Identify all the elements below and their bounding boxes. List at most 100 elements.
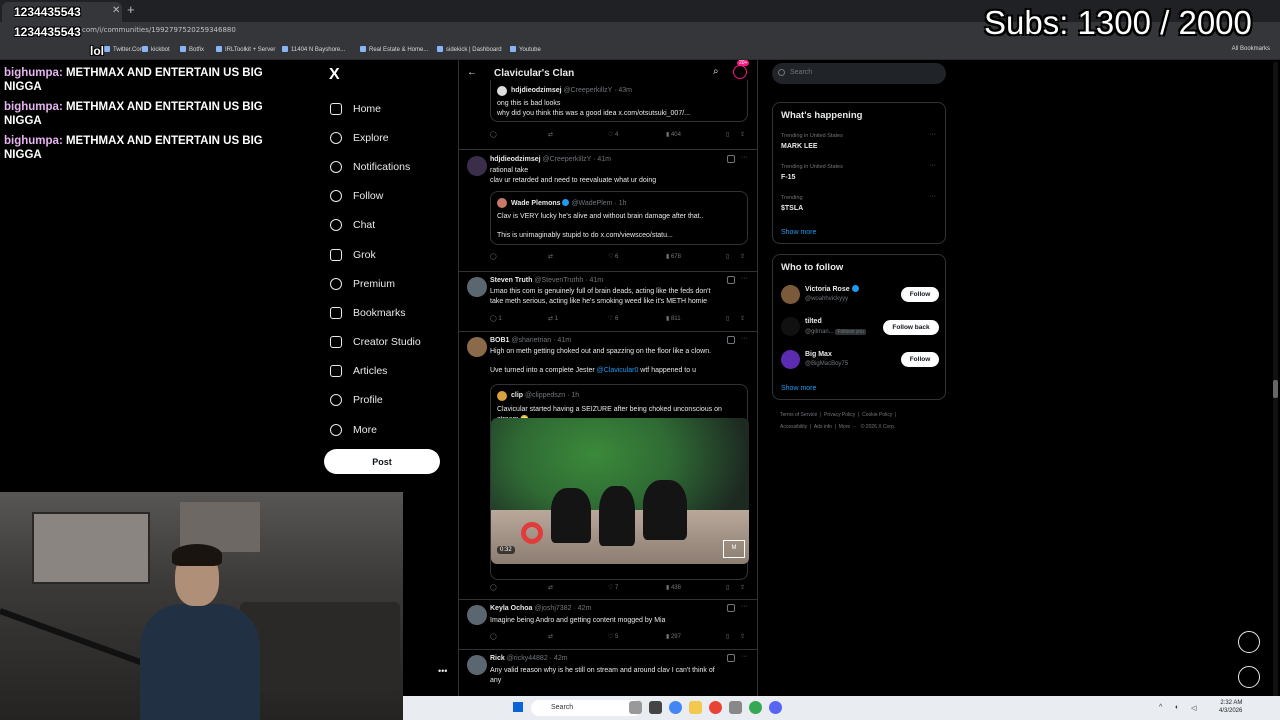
search-icon[interactable]: ⌕ <box>713 66 719 77</box>
tweet-author[interactable]: Steven Truth @StevenTruthh · 41m <box>490 277 603 284</box>
user-avatar[interactable] <box>781 285 800 304</box>
retweet-icon[interactable]: ⇄ 1 <box>548 315 558 322</box>
chrome-alt-icon[interactable] <box>749 701 762 714</box>
show-more-link[interactable]: Show more <box>781 385 816 392</box>
nav-premium[interactable]: Premium <box>330 269 421 298</box>
scrollbar[interactable] <box>1273 62 1278 696</box>
mention-link[interactable]: @Clavicular0 <box>597 367 639 374</box>
views-icon[interactable]: ▮ 438 <box>666 584 681 591</box>
retweet-icon[interactable]: ⇄ <box>548 584 553 591</box>
nav-home[interactable]: Home <box>330 94 421 123</box>
like-icon[interactable]: ♡ 7 <box>608 584 618 591</box>
nav-more[interactable]: More <box>330 415 421 444</box>
nav-articles[interactable]: Articles <box>330 357 421 386</box>
chrome-icon[interactable] <box>669 701 682 714</box>
nav-chat[interactable]: Chat <box>330 211 421 240</box>
user-avatar[interactable] <box>781 350 800 369</box>
views-icon[interactable]: ▮ 811 <box>666 315 681 322</box>
network-icon[interactable]: ◐ <box>1175 704 1179 711</box>
grok-fab-icon[interactable] <box>1238 631 1260 653</box>
bookmark-icon[interactable]: ▯ <box>726 584 729 591</box>
follow-button[interactable]: Follow <box>901 352 939 367</box>
notification-badge-icon[interactable]: 20+ <box>733 60 750 79</box>
more-icon[interactable]: ··· <box>741 154 748 161</box>
grok-icon[interactable] <box>727 155 735 163</box>
tweet-avatar[interactable] <box>467 337 487 357</box>
nav-creator-studio[interactable]: Creator Studio <box>330 328 421 357</box>
bookmark-item[interactable]: Botfix <box>180 46 204 53</box>
like-icon[interactable]: ♡ 4 <box>608 131 618 138</box>
follow-back-button[interactable]: Follow back <box>883 320 939 335</box>
bookmark-icon[interactable]: ▯ <box>726 315 729 322</box>
tweet-card[interactable]: Steven Truth @StevenTruthh · 41m ··· Lma… <box>459 272 757 332</box>
folder-icon[interactable] <box>689 701 702 714</box>
nav-bookmarks[interactable]: Bookmarks <box>330 298 421 327</box>
nav-notifications[interactable]: Notifications <box>330 152 421 181</box>
more-icon[interactable]: ··· <box>741 275 748 282</box>
tweet-avatar[interactable] <box>467 156 487 176</box>
chrome-profile-icon[interactable] <box>709 701 722 714</box>
share-icon[interactable]: ⇪ <box>740 315 745 322</box>
bookmark-item[interactable]: kickbot <box>142 46 170 53</box>
footer-link[interactable]: Privacy Policy <box>824 412 855 418</box>
terminal-icon[interactable] <box>649 701 662 714</box>
tweet-card[interactable]: BOB1 @shanetrian · 41m ··· High on meth … <box>459 332 757 600</box>
bookmark-item[interactable]: 11404 N Bayshore... <box>282 46 345 53</box>
bookmark-icon[interactable]: ▯ <box>726 253 729 260</box>
views-icon[interactable]: ▮ 678 <box>666 253 681 260</box>
views-icon[interactable]: ▮ 404 <box>666 131 681 138</box>
retweet-icon[interactable]: ⇄ <box>548 253 553 260</box>
tweet-author[interactable]: Keyla Ochoa @joshj7382 · 42m <box>490 605 591 612</box>
grok-icon[interactable] <box>727 336 735 344</box>
post-button[interactable]: Post <box>324 449 440 474</box>
tweet-author[interactable]: BOB1 @shanetrian · 41m <box>490 337 571 344</box>
tweet-author[interactable]: hdjdieodzimsej @CreeperkillzY · 41m <box>490 156 611 163</box>
footer-link[interactable]: More ··· <box>839 424 857 430</box>
bookmark-item[interactable]: Twitter.Com <box>104 46 145 53</box>
close-tab-icon[interactable]: ✕ <box>112 5 120 16</box>
suggestion-name[interactable]: Big Max <box>805 351 832 358</box>
taskbar-clock[interactable]: 2:32 AM 4/3/2026 <box>1219 699 1242 715</box>
footer-link[interactable]: Cookie Policy <box>862 412 892 418</box>
nav-explore[interactable]: Explore <box>330 123 421 152</box>
tweet-video[interactable]: 0:32 M <box>491 418 749 564</box>
reply-icon[interactable]: ◯ <box>490 253 497 260</box>
windows-start-icon[interactable] <box>513 702 523 712</box>
reply-icon[interactable]: ◯ 1 <box>490 315 502 322</box>
app-icon[interactable] <box>729 701 742 714</box>
back-arrow-icon[interactable]: ← <box>467 67 477 78</box>
footer-link[interactable]: Accessibility <box>780 424 807 430</box>
views-icon[interactable]: ▮ 297 <box>666 633 681 640</box>
like-icon[interactable]: ♡ 5 <box>608 633 618 640</box>
tweet-card[interactable]: hdjdieodzimsej @CreeperkillzY · 43m ong … <box>459 80 757 150</box>
footer-link[interactable]: Ads info <box>814 424 832 430</box>
quoted-tweet[interactable]: Wade Plemons @WadePlem · 1h Clav is VERY… <box>490 191 748 245</box>
show-more-link[interactable]: Show more <box>781 229 816 236</box>
like-icon[interactable]: ♡ 6 <box>608 253 618 260</box>
tray-chevron-icon[interactable]: ^ <box>1159 704 1162 711</box>
tweet-card[interactable]: hdjdieodzimsej @CreeperkillzY · 41m ··· … <box>459 150 757 272</box>
tweet-avatar[interactable] <box>467 277 487 297</box>
quoted-tweet[interactable]: hdjdieodzimsej @CreeperkillzY · 43m ong … <box>490 80 748 122</box>
more-icon[interactable]: ··· <box>929 193 936 200</box>
grok-icon[interactable] <box>727 604 735 612</box>
more-icon[interactable]: ··· <box>741 653 748 660</box>
tweet-avatar[interactable] <box>467 605 487 625</box>
taskbar-search[interactable]: Search <box>531 700 641 716</box>
like-icon[interactable]: ♡ 6 <box>608 315 618 322</box>
grok-icon[interactable] <box>727 276 735 284</box>
share-icon[interactable]: ⇪ <box>740 131 745 138</box>
suggestion-name[interactable]: tilted <box>805 318 822 325</box>
reply-icon[interactable]: ◯ <box>490 131 497 138</box>
tweet-card[interactable]: Rick @ricky44882 · 42m ··· Any valid rea… <box>459 650 757 700</box>
bookmark-item[interactable]: sidekick | Dashboard <box>437 46 502 53</box>
bookmark-item[interactable]: Youtube <box>510 46 541 53</box>
grok-icon[interactable] <box>727 654 735 662</box>
scrollbar-thumb[interactable] <box>1273 380 1278 398</box>
more-icon[interactable]: ··· <box>741 335 748 342</box>
reply-icon[interactable]: ◯ <box>490 584 497 591</box>
follow-button[interactable]: Follow <box>901 287 939 302</box>
bookmark-item[interactable]: Real Estate & Home... <box>360 46 428 53</box>
volume-icon[interactable]: ◁ <box>1191 704 1196 712</box>
bookmark-icon[interactable]: ▯ <box>726 131 729 138</box>
